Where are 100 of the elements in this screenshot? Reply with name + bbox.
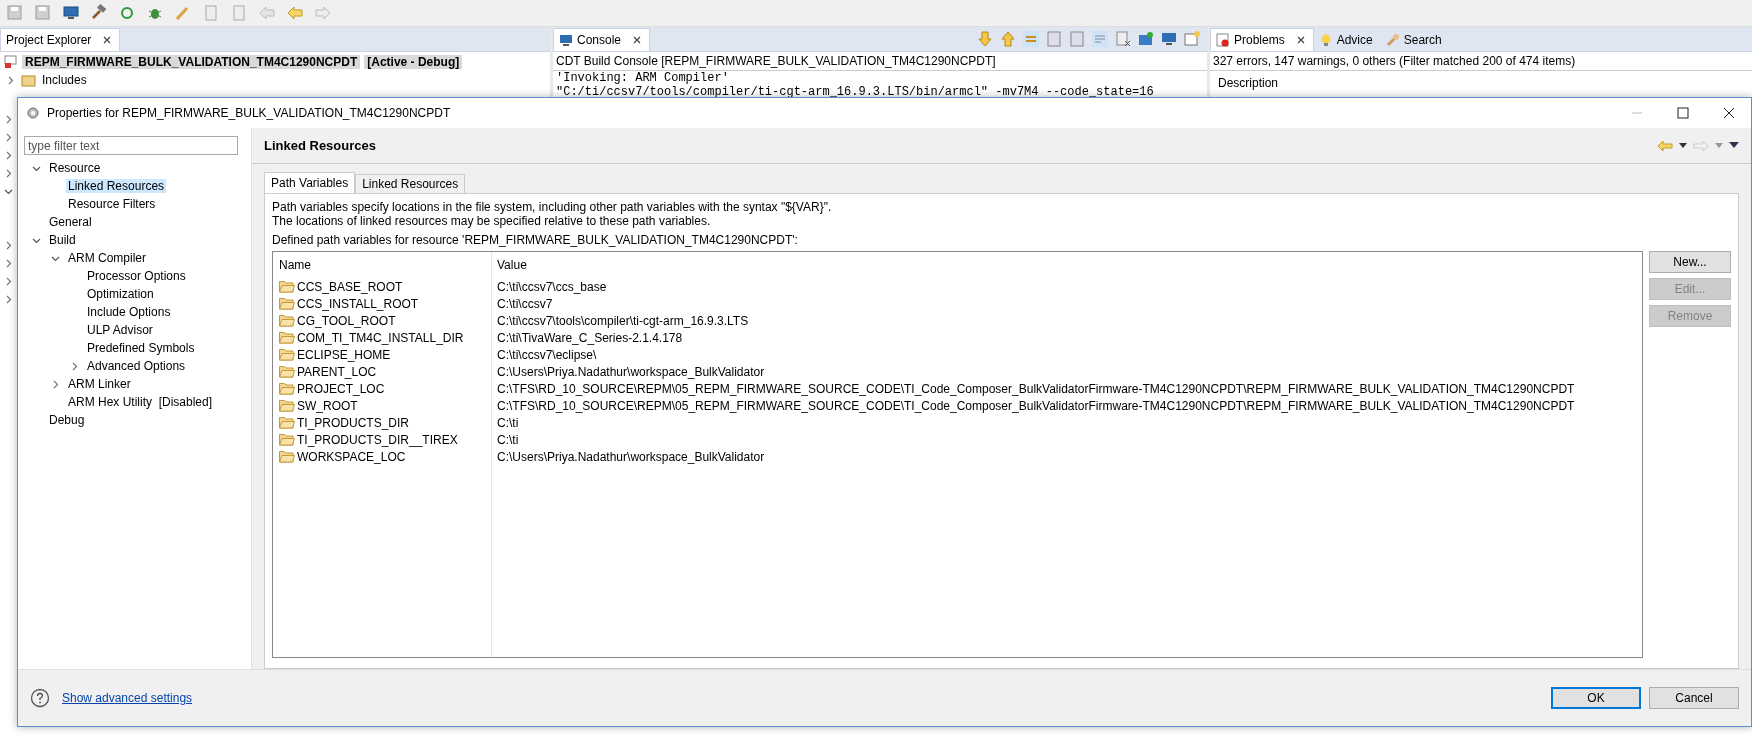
problems-summary: 327 errors, 147 warnings, 0 others (Filter matched 200 of 474 items) — [1210, 52, 1752, 71]
folder-icon — [279, 348, 295, 361]
tree-item[interactable]: Resource — [47, 161, 103, 175]
folder-icon — [279, 365, 295, 378]
table-cell: CCS_INSTALL_ROOT — [297, 296, 419, 311]
folder-icon — [279, 297, 295, 310]
table-cell: C:\ti\ccsv7\tools\compiler\ti-cgt-arm_16.9.3.LTS — [497, 313, 749, 328]
collapsed-chevron-icon[interactable] — [4, 114, 13, 124]
maximize-icon[interactable] — [1677, 107, 1689, 119]
close-icon[interactable] — [1723, 107, 1735, 119]
page-title: Linked Resources — [264, 138, 376, 153]
caret-icon[interactable] — [1679, 142, 1687, 149]
menu-icon[interactable] — [1729, 142, 1739, 149]
tree-item[interactable]: Linked Resources — [66, 179, 167, 193]
view-tab[interactable]: Search — [1380, 29, 1450, 51]
close-icon[interactable] — [103, 36, 112, 44]
tree-item[interactable]: Debug — [47, 413, 87, 427]
table-cell: COM_TI_TM4C_INSTALL_DIR — [297, 330, 464, 345]
dialog-title: Properties for REPM_FIRMWARE_BULK_VALIDATION_TM4C1290NCPDT — [47, 106, 451, 120]
tree-item[interactable]: ARM Compiler — [66, 251, 148, 265]
table-cell: C:\TFS\RD_10_SOURCE\REPM\05_REPM_FIRMWARE_SOURCE_CODE\TI_Code_Composer_BulkValidatorFirmware-TM4C1290NCPDT\REPM_FIRMWARE_BULK_VALIDATION_TM4C1290NCPDT — [497, 381, 1575, 396]
collapsed-chevron-icon[interactable] — [4, 294, 13, 304]
table-cell: C:\ti — [497, 432, 519, 447]
tree-item[interactable]: ULP Advisor — [85, 323, 155, 337]
collapsed-chevron-icon[interactable] — [6, 75, 15, 85]
table-cell: CCS_BASE_ROOT — [297, 279, 403, 294]
tree-item[interactable]: Build — [47, 233, 78, 247]
table-cell: TI_PRODUCTS_DIR — [297, 415, 409, 430]
advanced-settings-link[interactable]: Show advanced settings — [62, 691, 193, 705]
close-icon[interactable] — [633, 36, 642, 44]
table-cell: C:\ti\ccsv7 — [497, 296, 553, 311]
collapsed-chevron-icon[interactable] — [4, 168, 13, 178]
collapsed-chevron-icon[interactable] — [4, 150, 13, 160]
folder-icon — [279, 416, 295, 429]
folder-icon — [279, 433, 295, 446]
tree-item[interactable]: Optimization — [85, 287, 156, 301]
clear-icon[interactable] — [1114, 30, 1132, 48]
collapsed-chevron-icon[interactable] — [4, 132, 13, 142]
collapsed-chevron-icon[interactable] — [4, 258, 13, 268]
monitor-icon[interactable] — [62, 4, 80, 22]
console-line: 'Invoking: ARM Compiler' — [555, 71, 730, 85]
problems-icon — [1216, 33, 1230, 47]
tree-item[interactable]: Advanced Options — [85, 359, 188, 373]
column-header[interactable]: Value — [492, 252, 1642, 278]
view-tab[interactable]: Project Explorer — [0, 28, 121, 51]
tab[interactable]: Linked Resources — [355, 174, 466, 193]
folder-icon — [279, 399, 295, 412]
column-header[interactable]: Name — [273, 252, 492, 278]
table-cell: C:\ti — [497, 415, 519, 430]
table-cell: TI_PRODUCTS_DIR__TIREX — [297, 432, 458, 447]
view-tab[interactable]: Console — [553, 28, 651, 51]
table-cell: C:\ti\TivaWare_C_Series-2.1.4.178 — [497, 330, 683, 345]
collapsed-chevron-icon[interactable] — [51, 379, 60, 389]
back-arrow-icon[interactable] — [1657, 139, 1673, 152]
include-folder-icon — [21, 73, 36, 87]
dialog-button[interactable]: OK — [1551, 687, 1641, 709]
folder-icon — [279, 280, 295, 293]
tree-item[interactable]: Predefined Symbols — [85, 341, 197, 355]
collapsed-chevron-icon[interactable] — [70, 361, 79, 371]
tree-item[interactable]: General — [47, 215, 94, 229]
filter-field[interactable]: type filter text — [24, 136, 238, 155]
project-icon — [4, 54, 18, 69]
action-button[interactable]: New... — [1649, 251, 1731, 273]
table-cell: PARENT_LOC — [297, 364, 377, 379]
description-text: The locations of linked resources may be specified relative to these path variables. — [272, 214, 712, 228]
console-title: CDT Build Console [REPM_FIRMWARE_BULK_VALIDATION_TM4C1290NCPDT] — [553, 52, 1207, 71]
tree-item[interactable]: Processor Options — [85, 269, 188, 283]
close-icon[interactable] — [1296, 36, 1305, 44]
tree-item[interactable]: ARM Linker — [66, 377, 133, 391]
tree-item[interactable]: Include Options — [85, 305, 173, 319]
flashlight-icon — [1385, 33, 1400, 47]
monitor-icon — [559, 34, 573, 46]
folder-icon — [279, 382, 295, 395]
table-cell: C:\Users\Priya.Nadathur\workspace_BulkValidator — [497, 449, 765, 464]
back-arrow-icon[interactable] — [286, 4, 304, 22]
table-cell: C:\TFS\RD_10_SOURCE\REPM\05_REPM_FIRMWARE_SOURCE_CODE\TI_Code_Composer_BulkValidatorFirmware-TM4C1290NCPDT\REPM_FIRMWARE_BULK_VALIDATION_TM4C1290NCPDT — [497, 398, 1575, 413]
view-tab[interactable]: Problems — [1210, 28, 1314, 51]
project-name: REPM_FIRMWARE_BULK_VALIDATION_TM4C1290NCPDT — [22, 54, 361, 69]
tree-item[interactable]: Includes — [42, 73, 87, 87]
table-cell: SW_ROOT — [297, 398, 358, 413]
collapsed-chevron-icon[interactable] — [4, 240, 13, 250]
monitor-icon[interactable] — [1160, 30, 1178, 48]
folder-icon — [279, 314, 295, 327]
table-label: Defined path variables for resource 'REPM_FIRMWARE_BULK_VALIDATION_TM4C1290NCPDT': — [272, 233, 799, 247]
description-text: Path variables specify locations in the file system, including other path variables with the syntax "${VAR}". — [272, 200, 833, 214]
table-cell: C:\ti\ccsv7\ccs_base — [497, 279, 607, 294]
tree-item[interactable]: ARM Hex Utility [Disabled] — [66, 395, 215, 409]
table-cell: C:\ti\ccsv7\eclipse\ — [497, 347, 597, 362]
tab[interactable]: Path Variables — [264, 172, 356, 193]
table-cell: C:\Users\Priya.Nadathur\workspace_BulkValidator — [497, 364, 765, 379]
collapsed-chevron-icon[interactable] — [4, 276, 13, 286]
column-header[interactable]: Description — [1218, 76, 1279, 90]
view-tab[interactable]: Advice — [1313, 29, 1381, 51]
folder-icon — [279, 331, 295, 344]
tree-item[interactable]: Resource Filters — [66, 197, 158, 211]
project-status: [Active - Debug] — [364, 54, 463, 69]
help-icon[interactable] — [30, 688, 50, 708]
dialog-button[interactable]: Cancel — [1649, 687, 1739, 709]
folder-icon — [279, 450, 295, 463]
table-cell: ECLIPSE_HOME — [297, 347, 391, 362]
